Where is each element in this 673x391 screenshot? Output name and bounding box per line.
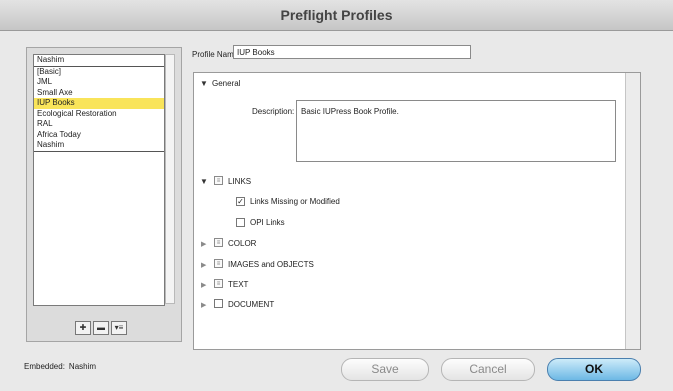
document-category-checkbox[interactable]: [214, 299, 223, 308]
opi-links-label: OPI Links: [250, 218, 285, 227]
embedded-status: Embedded: Nashim: [24, 362, 96, 371]
color-category-label: COLOR: [228, 239, 257, 248]
collapsed-triangle-icon[interactable]: ▶: [201, 261, 206, 269]
new-profile-icon[interactable]: ✚: [75, 321, 91, 335]
window-title: Preflight Profiles: [0, 0, 673, 31]
profile-list-item[interactable]: Africa Today: [34, 130, 164, 141]
profiles-panel: Nashim [Basic] JML Small Axe IUP Books E…: [26, 47, 182, 342]
description-textarea[interactable]: Basic IUPress Book Profile.: [296, 100, 616, 162]
expanded-triangle-icon[interactable]: ▼: [200, 79, 208, 88]
profile-list-item[interactable]: [Basic]: [34, 67, 164, 78]
document-category-label: DOCUMENT: [228, 300, 275, 309]
profile-list-item[interactable]: Small Axe: [34, 88, 164, 99]
rule-category-icon: ≡: [214, 176, 223, 185]
profile-list-item-selected[interactable]: IUP Books: [34, 98, 164, 109]
rule-category-icon: ≡: [214, 238, 223, 247]
profile-name-input[interactable]: [233, 45, 471, 59]
profile-list-scrollbar[interactable]: [165, 54, 175, 304]
collapsed-triangle-icon[interactable]: ▶: [201, 301, 206, 309]
links-missing-checkbox[interactable]: ✓: [236, 197, 245, 206]
save-button[interactable]: Save: [341, 358, 429, 381]
profile-list-item[interactable]: Ecological Restoration: [34, 109, 164, 120]
opi-links-checkbox[interactable]: [236, 218, 245, 227]
images-objects-category-label: IMAGES and OBJECTS: [228, 260, 314, 269]
profile-list-item[interactable]: Nashim: [34, 140, 164, 151]
rule-category-icon: ≡: [214, 259, 223, 268]
profile-list-item[interactable]: JML: [34, 77, 164, 88]
general-section-label: General: [212, 79, 241, 88]
embedded-label: Embedded:: [24, 362, 65, 371]
collapsed-triangle-icon[interactable]: ▶: [201, 240, 206, 248]
links-missing-label: Links Missing or Modified: [250, 197, 340, 206]
delete-profile-icon[interactable]: ▬: [93, 321, 109, 335]
embedded-value: Nashim: [68, 362, 97, 371]
profile-list-toolbar: ✚ ▬ ▾≡: [75, 321, 127, 335]
profile-list-item[interactable]: Nashim: [34, 55, 164, 67]
list-divider: [34, 150, 164, 152]
text-category-label: TEXT: [228, 280, 249, 289]
profile-list-item[interactable]: RAL: [34, 119, 164, 130]
description-label: Description:: [252, 107, 295, 116]
profile-menu-icon[interactable]: ▾≡: [111, 321, 127, 335]
description-text: Basic IUPress Book Profile.: [301, 107, 399, 116]
cancel-button[interactable]: Cancel: [441, 358, 535, 381]
settings-scrollbar[interactable]: [625, 73, 640, 349]
links-category-label: LINKS: [228, 177, 252, 186]
ok-button[interactable]: OK: [547, 358, 641, 381]
expanded-triangle-icon[interactable]: ▼: [200, 177, 208, 186]
profile-settings-panel: ▼ General Description: Basic IUPress Boo…: [193, 72, 641, 350]
collapsed-triangle-icon[interactable]: ▶: [201, 281, 206, 289]
rule-category-icon: ≡: [214, 279, 223, 288]
profile-list[interactable]: Nashim [Basic] JML Small Axe IUP Books E…: [33, 54, 165, 306]
